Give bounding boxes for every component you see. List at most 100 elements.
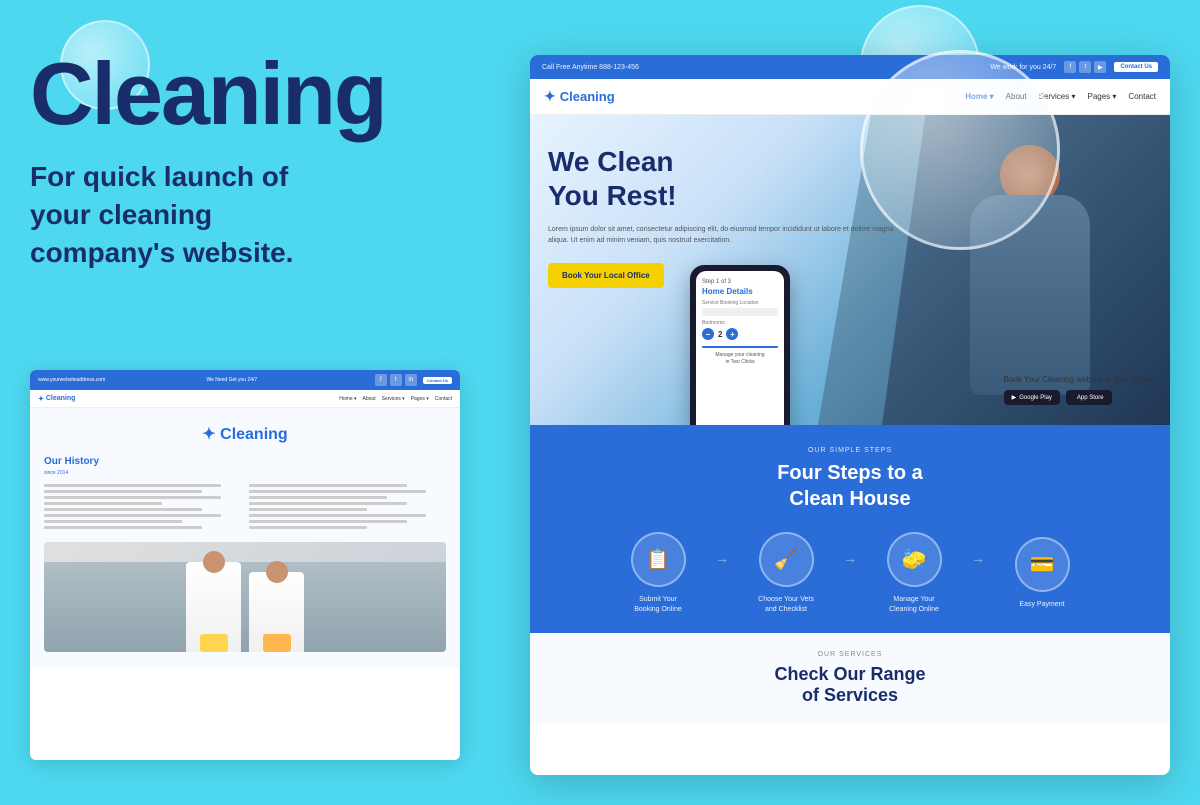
small-text-line	[249, 526, 367, 529]
mp-topbar-contact-btn[interactable]: Contact Us	[1114, 62, 1158, 72]
mp-step-arrow-1: →	[715, 550, 729, 566]
small-text-line	[249, 490, 426, 493]
mp-app-store-badge[interactable]: App Store	[1066, 390, 1112, 405]
mp-step-3-icon: 🧽	[887, 532, 942, 587]
mp-social-icons: f t ▶	[1064, 61, 1106, 73]
small-text-line	[44, 502, 162, 505]
small-nav-home[interactable]: Home ▾	[339, 396, 356, 402]
small-text-line	[249, 508, 367, 511]
mp-phone-stepper-val: 2	[718, 330, 722, 339]
mp-tw-icon[interactable]: t	[1079, 61, 1091, 73]
mp-nav-pages[interactable]: Pages ▾	[1088, 92, 1117, 101]
mp-topbar: Call Free Anytime 888-123-456 We work fo…	[530, 55, 1170, 79]
mp-google-play-label: Google Play	[1019, 395, 1052, 401]
mp-phone-bedrooms-label: Bedrooms	[702, 320, 778, 326]
mp-nav-about[interactable]: About	[1006, 92, 1027, 101]
mp-yt-icon[interactable]: ▶	[1094, 61, 1106, 73]
small-fb-icon: f	[375, 374, 387, 386]
left-panel: Cleaning For quick launch ofyour cleanin…	[30, 50, 460, 301]
mp-app-store-label: App Store	[1077, 395, 1104, 401]
mp-step-1: 📋 Submit YourBooking Online	[603, 532, 713, 615]
small-text-line	[44, 520, 182, 523]
small-logo-text: Cleaning	[46, 395, 76, 402]
mp-google-play-icon: ▶	[1012, 394, 1017, 401]
mp-step-4-icon: 💳	[1015, 537, 1070, 592]
mp-nav-logo: ✦ Cleaning	[544, 88, 615, 105]
mp-phone-step: Home Details	[702, 287, 778, 296]
small-preview: www.yourwebsiteaddress.com We Need Get y…	[30, 370, 460, 760]
small-text-line	[249, 514, 426, 517]
mp-steps-section: Our Simple Steps Four Steps to aClean Ho…	[530, 425, 1170, 633]
mp-bottom-label: Our Services	[550, 651, 1150, 658]
mp-phone-header: Step 1 of 3	[702, 279, 778, 285]
mp-topbar-phone: We work for you 24/7	[990, 64, 1056, 71]
small-text-line	[44, 508, 202, 511]
mp-google-play-badge[interactable]: ▶ Google Play	[1004, 390, 1060, 405]
small-text-line	[249, 496, 387, 499]
mp-topbar-right: We work for you 24/7 f t ▶ Contact Us	[990, 61, 1158, 73]
small-tw-icon: t	[390, 374, 402, 386]
mp-appstore: Book Your Cleaning website in Two Clicks…	[1004, 375, 1152, 405]
mp-step-arrow-3: →	[971, 550, 985, 566]
mp-phone-progress	[702, 346, 778, 348]
small-preview-image	[44, 542, 446, 652]
small-nav-about[interactable]: About	[363, 396, 376, 402]
subtitle: For quick launch ofyour cleaningcompany'…	[30, 158, 460, 271]
mp-phone-mockup: Step 1 of 3 Home Details Service Booking…	[690, 265, 790, 425]
small-topbar: www.yourwebsiteaddress.com We Need Get y…	[30, 370, 460, 390]
mp-fb-icon[interactable]: f	[1064, 61, 1076, 73]
mp-steps-row: 📋 Submit YourBooking Online → 🧹 Choose Y…	[550, 532, 1150, 615]
mp-hero: We CleanYou Rest! Lorem ipsum dolor sit …	[530, 115, 1170, 425]
small-nav: ✦ Cleaning Home ▾ About Services ▾ Pages…	[30, 390, 460, 408]
small-text-line	[249, 502, 407, 505]
mp-step-3: 🧽 Manage YourCleaning Online	[859, 532, 969, 615]
mp-hero-cta-btn[interactable]: Book Your Local Office	[548, 263, 664, 288]
mp-step-2: 🧹 Choose Your Vetsand Checklist	[731, 532, 841, 615]
small-preview-body: ✦ Cleaning Our History since 2014	[30, 408, 460, 668]
mp-steps-title: Four Steps to aClean House	[550, 460, 1150, 512]
small-logo-full: ✦ Cleaning	[44, 424, 446, 444]
mp-nav: ✦ Cleaning Home ▾ About Services ▾ Pages…	[530, 79, 1170, 115]
small-nav-links: Home ▾ About Services ▾ Pages ▾ Contact	[339, 396, 452, 402]
mp-nav-links: Home ▾ About Services ▾ Pages ▾ Contact	[965, 92, 1156, 101]
mp-step-1-label: Submit YourBooking Online	[634, 595, 681, 615]
small-text-line	[249, 520, 407, 523]
mp-phone-minus-btn[interactable]: −	[702, 328, 714, 340]
small-topbar-right: We Need Get you 24/7	[206, 377, 368, 383]
mp-phone-plus-btn[interactable]: +	[726, 328, 738, 340]
mp-steps-label: Our Simple Steps	[550, 447, 1150, 454]
small-text-cols	[44, 484, 446, 532]
mp-nav-services[interactable]: Services ▾	[1039, 92, 1076, 101]
small-text-line	[44, 490, 202, 493]
small-section-sub: since 2014	[44, 470, 446, 476]
small-text-line	[249, 484, 407, 487]
small-text-line	[44, 484, 221, 487]
mp-topbar-left: Call Free Anytime 888-123-456	[542, 64, 982, 71]
main-preview: Call Free Anytime 888-123-456 We work fo…	[530, 55, 1170, 775]
mp-step-4-label: Easy Payment	[1019, 600, 1064, 610]
small-nav-contact[interactable]: Contact	[435, 396, 452, 402]
small-text-col-1	[44, 484, 241, 532]
mp-step-1-icon: 📋	[631, 532, 686, 587]
mp-nav-contact[interactable]: Contact	[1128, 92, 1156, 101]
mp-appstore-text: Book Your Cleaning website in Two Clicks	[1004, 375, 1152, 384]
mp-step-2-label: Choose Your Vetsand Checklist	[758, 595, 814, 615]
small-topbar-left: www.yourwebsiteaddress.com	[38, 377, 200, 383]
mp-bottom-title: Check Our Rangeof Services	[550, 664, 1150, 706]
mp-phone-stepper: − 2 +	[702, 328, 778, 340]
small-text-line	[44, 496, 221, 499]
small-topbar-btn[interactable]: Contact Us	[423, 377, 452, 384]
small-nav-pages[interactable]: Pages ▾	[411, 396, 429, 402]
mp-bottom-section: Our Services Check Our Rangeof Services	[530, 633, 1170, 724]
mp-step-2-icon: 🧹	[759, 532, 814, 587]
small-text-col-2	[249, 484, 446, 532]
small-logo-area: ✦ Cleaning	[44, 424, 446, 444]
mp-phone-form-input[interactable]	[702, 308, 778, 316]
main-title: Cleaning	[30, 50, 460, 138]
small-nav-services[interactable]: Services ▾	[382, 396, 405, 402]
mp-phone-screen: Step 1 of 3 Home Details Service Booking…	[696, 271, 784, 425]
small-preview-people	[44, 562, 446, 652]
mp-phone-desc: Manage your cleaningin Two Clicks	[702, 352, 778, 365]
mp-nav-home[interactable]: Home ▾	[965, 92, 993, 101]
small-in-icon: in	[405, 374, 417, 386]
